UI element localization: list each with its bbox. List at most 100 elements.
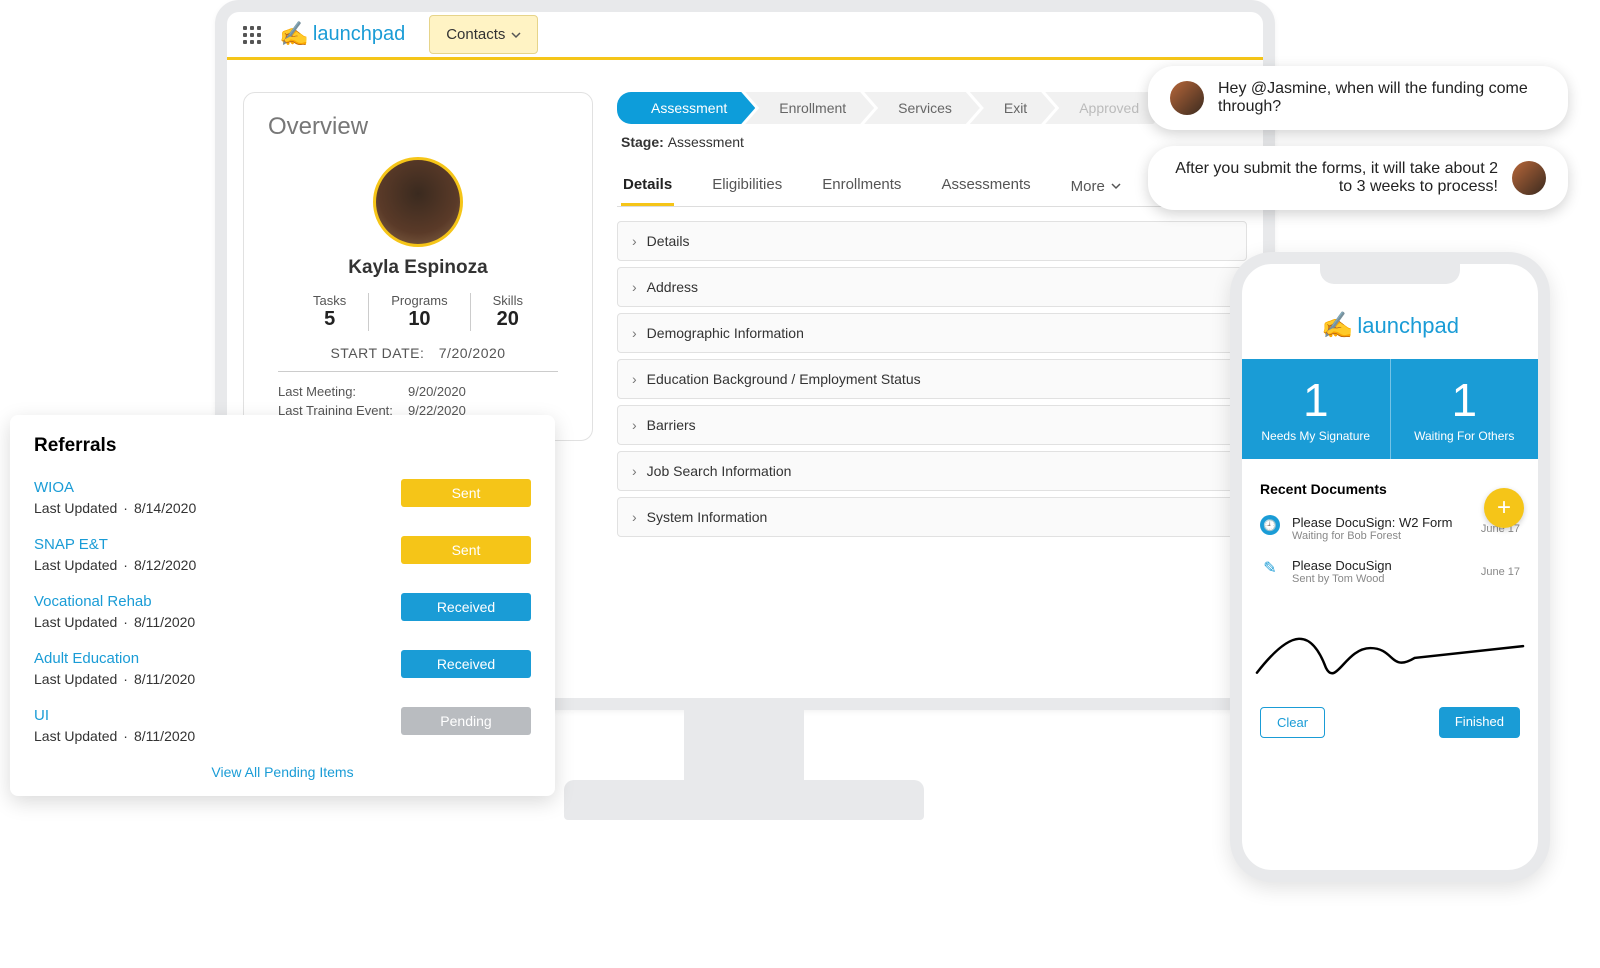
stat-tasks: Tasks 5 xyxy=(291,293,368,331)
view-all-pending-link[interactable]: View All Pending Items xyxy=(34,764,531,780)
overview-heading: Overview xyxy=(268,113,568,141)
start-date: START DATE: 7/20/2020 xyxy=(268,345,568,361)
tile-count: 1 xyxy=(1397,373,1533,427)
doc-row[interactable]: ✎ Please DocuSign Sent by Tom Wood June … xyxy=(1260,550,1520,593)
avatar xyxy=(1170,81,1204,115)
chevron-down-icon xyxy=(511,30,521,40)
chevron-right-icon: › xyxy=(632,463,637,479)
tab-more[interactable]: More xyxy=(1069,166,1123,206)
step-assessment[interactable]: Assessment xyxy=(617,92,755,124)
referral-sub: Last Updated·8/14/2020 xyxy=(34,500,196,516)
chevron-right-icon: › xyxy=(632,233,637,249)
chat-text: Hey @Jasmine, when will the funding come… xyxy=(1218,80,1546,116)
referral-link[interactable]: Adult Education xyxy=(34,650,195,667)
doc-sub: Waiting for Bob Forest xyxy=(1292,530,1469,542)
tile-needs-signature[interactable]: 1 Needs My Signature xyxy=(1242,359,1391,459)
referrals-card: Referrals WIOA Last Updated·8/14/2020 Se… xyxy=(10,415,555,796)
acc-details[interactable]: › Details xyxy=(617,221,1247,261)
chat-message-outgoing: After you submit the forms, it will take… xyxy=(1148,146,1568,210)
acc-job-search[interactable]: › Job Search Information xyxy=(617,451,1247,491)
tab-enrollments[interactable]: Enrollments xyxy=(820,166,903,206)
details-accordion: › Details › Address ›Demographic Informati… xyxy=(617,221,1247,537)
acc-system-info[interactable]: › System Information xyxy=(617,497,1247,537)
clock-icon: 🕘 xyxy=(1260,515,1280,535)
acc-label: Address xyxy=(647,279,698,295)
tab-eligibilities[interactable]: Eligibilities xyxy=(710,166,784,206)
doc-row[interactable]: 🕘 Please DocuSign: W2 Form Waiting for B… xyxy=(1260,507,1520,550)
tile-label: Needs My Signature xyxy=(1248,429,1384,443)
tab-assessments[interactable]: Assessments xyxy=(939,166,1032,206)
phone-logo: ✍ launchpad xyxy=(1242,300,1538,359)
signature-tiles: 1 Needs My Signature 1 Waiting For Other… xyxy=(1242,359,1538,459)
acc-demographic[interactable]: ›Demographic Information xyxy=(617,313,1247,353)
status-badge: Received xyxy=(401,593,531,621)
referral-sub: Last Updated·8/11/2020 xyxy=(34,614,195,630)
referral-link[interactable]: Vocational Rehab xyxy=(34,593,195,610)
referral-link[interactable]: SNAP E&T xyxy=(34,536,196,553)
chevron-down-icon xyxy=(1111,181,1121,191)
contact-avatar[interactable] xyxy=(373,157,463,247)
avatar xyxy=(1512,161,1546,195)
stage-value: Assessment xyxy=(668,134,744,150)
stat-label: Programs xyxy=(391,293,447,308)
doc-sub: Sent by Tom Wood xyxy=(1292,573,1469,585)
tab-details[interactable]: Details xyxy=(621,166,674,206)
stat-label: Tasks xyxy=(313,293,346,308)
clear-button[interactable]: Clear xyxy=(1260,707,1325,738)
chevron-right-icon: › xyxy=(632,509,637,525)
status-badge: Sent xyxy=(401,479,531,507)
referral-link[interactable]: UI xyxy=(34,707,195,724)
acc-education[interactable]: ›Education Background / Employment Statu… xyxy=(617,359,1247,399)
finished-button[interactable]: Finished xyxy=(1439,707,1520,738)
chat-message-incoming: Hey @Jasmine, when will the funding come… xyxy=(1148,66,1568,130)
logo-swirl-icon: ✍ xyxy=(279,20,309,49)
step-services[interactable]: Services xyxy=(864,92,980,124)
divider xyxy=(278,371,558,372)
chevron-right-icon: › xyxy=(632,279,637,295)
stat-skills: Skills 20 xyxy=(471,293,545,331)
acc-label: Details xyxy=(647,233,690,249)
status-badge: Received xyxy=(401,650,531,678)
signature-actions: Clear Finished xyxy=(1242,693,1538,738)
meta-label: Last Meeting: xyxy=(278,384,408,399)
referral-sub: Last Updated·8/11/2020 xyxy=(34,671,195,687)
doc-title: Please DocuSign: W2 Form xyxy=(1292,515,1469,530)
mobile-screen: ✍ launchpad 1 Needs My Signature 1 Waiti… xyxy=(1230,252,1550,882)
referral-wioa: WIOA Last Updated·8/14/2020 Sent xyxy=(34,471,531,528)
doc-date: June 17 xyxy=(1481,566,1520,578)
referral-link[interactable]: WIOA xyxy=(34,479,196,496)
step-enrollment[interactable]: Enrollment xyxy=(745,92,874,124)
app-launcher-icon[interactable] xyxy=(243,26,261,44)
stat-value: 10 xyxy=(391,308,447,331)
tile-waiting-others[interactable]: 1 Waiting For Others xyxy=(1391,359,1539,459)
phone-notch xyxy=(1320,264,1460,284)
overview-card: Overview Kayla Espinoza Tasks 5 Programs… xyxy=(243,92,593,441)
chat-overlay: Hey @Jasmine, when will the funding come… xyxy=(1148,66,1568,226)
referral-ui: UI Last Updated·8/11/2020 Pending xyxy=(34,699,531,756)
last-meeting: Last Meeting: 9/20/2020 xyxy=(268,382,568,401)
signature-pad[interactable] xyxy=(1252,613,1528,693)
chevron-right-icon: › xyxy=(632,371,637,387)
start-date-label: START DATE: xyxy=(330,345,424,361)
monitor-base xyxy=(564,780,924,820)
tile-count: 1 xyxy=(1248,373,1384,427)
referral-snap: SNAP E&T Last Updated·8/12/2020 Sent xyxy=(34,528,531,585)
referrals-heading: Referrals xyxy=(34,435,531,457)
referral-sub: Last Updated·8/12/2020 xyxy=(34,557,196,573)
logo-text: launchpad xyxy=(1357,313,1459,339)
acc-address[interactable]: › Address xyxy=(617,267,1247,307)
chevron-right-icon: › xyxy=(632,417,637,433)
acc-label: Barriers xyxy=(647,417,696,433)
referral-adult-ed: Adult Education Last Updated·8/11/2020 R… xyxy=(34,642,531,699)
stat-label: Skills xyxy=(493,293,523,308)
step-exit[interactable]: Exit xyxy=(970,92,1055,124)
stat-programs: Programs 10 xyxy=(368,293,470,331)
acc-label: System Information xyxy=(647,509,768,525)
acc-barriers[interactable]: › Barriers xyxy=(617,405,1247,445)
status-badge: Pending xyxy=(401,707,531,735)
acc-label: Job Search Information xyxy=(647,463,792,479)
nav-contacts[interactable]: Contacts xyxy=(429,15,538,54)
add-button[interactable]: + xyxy=(1484,488,1524,528)
stat-value: 20 xyxy=(493,308,523,331)
logo: ✍ launchpad xyxy=(279,20,405,49)
